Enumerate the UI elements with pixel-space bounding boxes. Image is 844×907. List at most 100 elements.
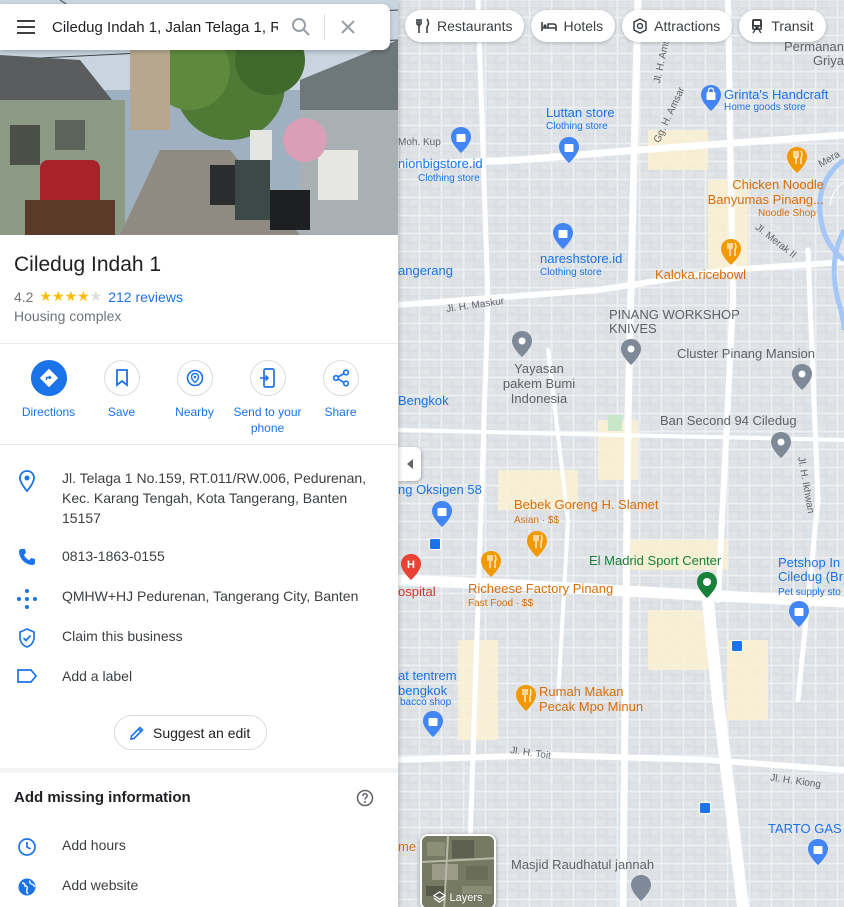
- chip-label: Attractions: [654, 18, 721, 34]
- add-website-row[interactable]: Add website: [0, 875, 398, 897]
- label-icon: [17, 669, 38, 683]
- mosque-pin-icon[interactable]: [630, 874, 652, 902]
- map-poi-label[interactable]: nareshstore.id: [540, 252, 622, 266]
- map-poi-label[interactable]: nionbigstore.id: [398, 157, 483, 171]
- share-icon: [332, 369, 349, 387]
- map-poi-label[interactable]: TARTO GAS: [768, 822, 842, 836]
- map-poi-label[interactable]: Yayasan pakem Bumi Indonesia: [499, 361, 579, 406]
- layers-label-row: Layers: [422, 891, 494, 904]
- map-poi-label[interactable]: Masjid Raudhatul jannah: [511, 858, 654, 872]
- shop-pin-icon[interactable]: [450, 126, 472, 154]
- nearby-button[interactable]: Nearby: [158, 360, 231, 436]
- map-poi-label[interactable]: Kaloka.ricebowl: [655, 268, 746, 282]
- address-row[interactable]: Jl. Telaga 1 No.159, RT.011/RW.006, Pedu…: [0, 468, 398, 528]
- caret-left-icon: [406, 459, 413, 469]
- share-circle: [322, 360, 359, 396]
- shop-pin-icon[interactable]: [788, 600, 810, 628]
- help-icon[interactable]: [356, 789, 374, 807]
- map-poi-label[interactable]: Grinta's Handcraft: [724, 88, 828, 102]
- map-poi-label[interactable]: Ban Second 94 Ciledug: [660, 414, 797, 428]
- save-button[interactable]: Save: [85, 360, 158, 436]
- plus-code-text: QMHW+HJ Pedurenan, Tangerang City, Bante…: [62, 588, 359, 604]
- chip-label: Hotels: [563, 18, 604, 34]
- place-category[interactable]: Housing complex: [14, 308, 121, 324]
- claim-business-text: Claim this business: [62, 628, 183, 644]
- place-pin-icon[interactable]: [511, 330, 533, 358]
- map-poi-label[interactable]: Cluster Pinang Mansion: [677, 347, 815, 361]
- map-poi-label[interactable]: ospital: [398, 585, 436, 599]
- map-poi-label[interactable]: at tentrem bengkok: [398, 668, 468, 698]
- rating-stars: ★★★★★: [39, 288, 103, 304]
- share-button[interactable]: Share: [304, 360, 377, 436]
- suggest-edit-button[interactable]: Suggest an edit: [114, 715, 268, 750]
- shop-pin-icon[interactable]: [552, 222, 574, 250]
- map-poi-label[interactable]: me: [398, 840, 416, 854]
- clock-icon: [18, 838, 36, 856]
- restaurant-pin-icon[interactable]: [786, 146, 808, 174]
- layers-button[interactable]: Layers: [420, 834, 496, 907]
- place-pin-icon[interactable]: [620, 338, 642, 366]
- map-poi-label[interactable]: El Madrid Sport Center: [589, 554, 721, 568]
- add-label-row[interactable]: Add a label: [0, 666, 398, 686]
- fork-knife-icon: [416, 18, 430, 33]
- phone-row[interactable]: 0813-1863-0155: [0, 546, 398, 566]
- map-poi-label[interactable]: Petshop In Ciledug (Br: [778, 556, 844, 584]
- menu-button[interactable]: [0, 4, 52, 50]
- layers-label: Layers: [449, 891, 483, 904]
- bus-stop-icon[interactable]: [731, 640, 743, 652]
- map-poi-label[interactable]: Rumah Makan Pecak Mpo Minun: [539, 684, 659, 714]
- chip-hotels[interactable]: Hotels: [531, 10, 616, 42]
- pencil-icon: [130, 725, 144, 740]
- search-button[interactable]: [278, 4, 324, 50]
- send-to-phone-button[interactable]: Send to your phone: [231, 360, 304, 436]
- directions-button[interactable]: Directions: [12, 360, 85, 436]
- claim-business-row[interactable]: Claim this business: [0, 626, 398, 648]
- section-divider: [0, 768, 398, 773]
- chip-restaurants[interactable]: Restaurants: [405, 10, 525, 42]
- clear-search-button[interactable]: [325, 4, 371, 50]
- chip-attractions[interactable]: Attractions: [622, 10, 733, 42]
- action-bar: Directions Save Nearby Send to your phon…: [12, 360, 377, 436]
- map-poi-label[interactable]: Bebek Goreng H. Slamet: [514, 498, 659, 512]
- action-label: Share: [324, 405, 357, 419]
- restaurant-pin-icon[interactable]: [480, 550, 502, 578]
- shop-pin-icon[interactable]: [422, 710, 444, 738]
- collapse-panel-button[interactable]: [398, 447, 421, 481]
- sport-pin-icon[interactable]: [696, 571, 718, 599]
- map-poi-sublabel: Clothing store: [540, 267, 602, 278]
- restaurant-pin-icon[interactable]: [720, 238, 742, 266]
- map-poi-label[interactable]: angerang: [398, 264, 453, 278]
- place-pin-icon[interactable]: [791, 363, 813, 391]
- shop-pin-icon[interactable]: [558, 136, 580, 164]
- reviews-link[interactable]: 212 reviews: [108, 289, 183, 305]
- place-panel: Ciledug Indah 1 4.2 ★★★★★ 212 reviews Ho…: [0, 0, 398, 907]
- map-poi-label[interactable]: Chicken Noodle Banyumas Pinang...: [696, 177, 824, 207]
- map-poi-label[interactable]: Bengkok: [398, 394, 449, 408]
- bed-icon: [541, 22, 558, 31]
- plus-code-icon: [17, 589, 37, 609]
- action-label: Directions: [21, 405, 76, 419]
- chip-transit[interactable]: Transit: [739, 10, 826, 42]
- train-icon: [752, 19, 763, 34]
- shop-pin-icon[interactable]: [807, 838, 829, 866]
- bus-stop-icon[interactable]: [699, 802, 711, 814]
- search-box: [0, 4, 390, 50]
- search-input[interactable]: [52, 18, 278, 36]
- map-poi-label[interactable]: PINANG WORKSHOP KNIVES: [609, 308, 779, 336]
- layers-icon: [433, 891, 447, 903]
- restaurant-pin-icon[interactable]: [515, 684, 537, 712]
- bus-stop-icon[interactable]: [429, 538, 441, 550]
- map-poi-label[interactable]: Richeese Factory Pinang: [468, 582, 613, 596]
- map-poi-label[interactable]: ng Oksigen 58: [398, 483, 482, 497]
- map-poi-label[interactable]: Permanan Griya: [760, 40, 844, 68]
- divider: [0, 444, 398, 445]
- shop-pin-icon[interactable]: [700, 84, 722, 112]
- map-canvas[interactable]: Moh. Kup Jl. H. Amsar Gg. H. Amsar Jl. H…: [398, 0, 844, 907]
- shop-pin-icon[interactable]: [431, 500, 453, 528]
- map-poi-label[interactable]: Luttan store: [546, 106, 615, 120]
- place-pin-icon[interactable]: [770, 431, 792, 459]
- add-hours-row[interactable]: Add hours: [0, 835, 398, 857]
- restaurant-pin-icon[interactable]: [526, 530, 548, 558]
- hospital-pin-icon[interactable]: H: [400, 553, 422, 581]
- plus-code-row[interactable]: QMHW+HJ Pedurenan, Tangerang City, Bante…: [0, 586, 398, 610]
